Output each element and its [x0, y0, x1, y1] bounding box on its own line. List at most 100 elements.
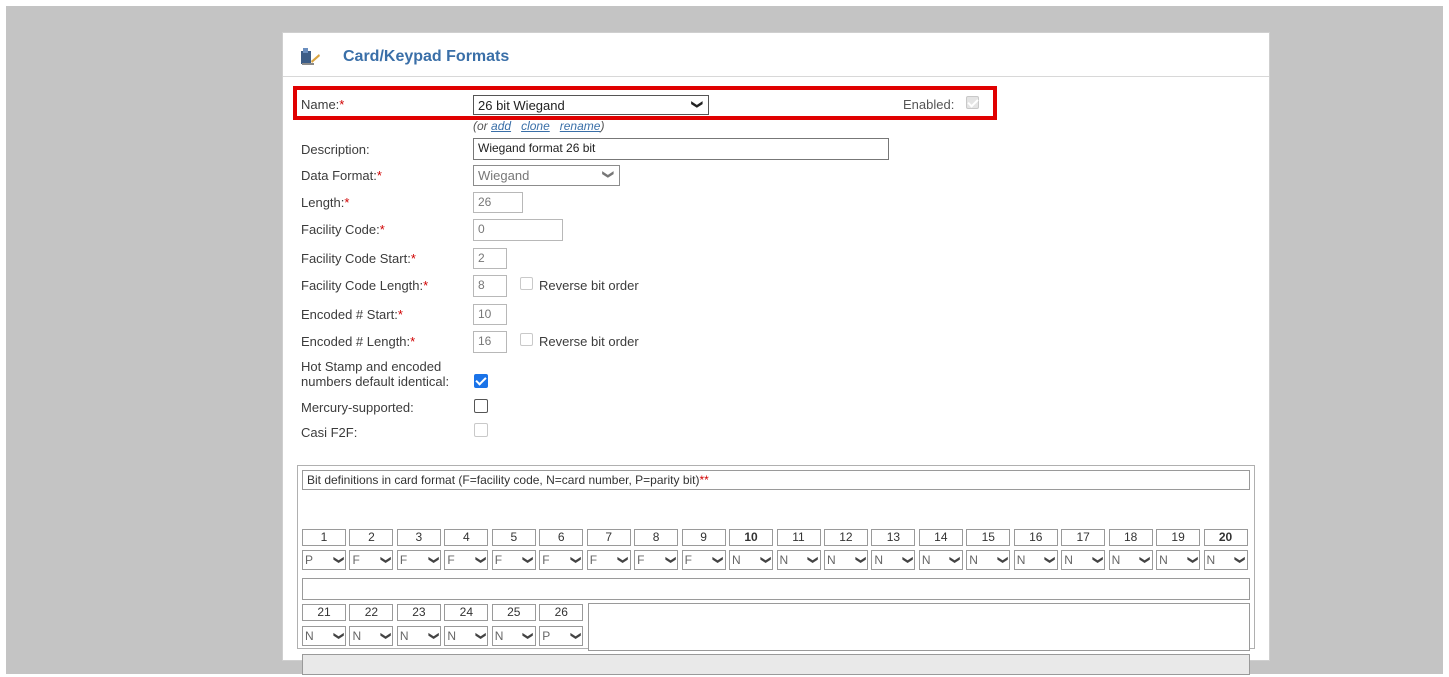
bit-spacer-row [302, 578, 1250, 600]
encoded-reverse-checkbox[interactable] [520, 333, 533, 346]
bit-type-select[interactable]: N ❯ [729, 550, 774, 570]
hot-stamp-checkbox[interactable] [474, 374, 488, 388]
bit-type-value: P [305, 553, 314, 567]
bit-number: 22 [349, 604, 394, 621]
bit-type-value: N [399, 629, 409, 643]
bit-number: 24 [444, 604, 489, 621]
facility-length-input[interactable]: 8 [473, 275, 507, 297]
bit-type-value: F [447, 553, 455, 567]
bit-type-value: N [826, 553, 836, 567]
name-label: Name:* [301, 97, 345, 112]
bit-type-select[interactable]: F ❯ [349, 550, 394, 570]
chevron-down-icon: ❯ [570, 555, 582, 565]
encoded-length-input[interactable]: 16 [473, 331, 507, 353]
chevron-down-icon: ❯ [332, 555, 344, 565]
bit-number: 11 [776, 529, 821, 546]
casi-label: Casi F2F: [301, 425, 358, 440]
bit-type-select[interactable]: F ❯ [681, 550, 726, 570]
bit-type-select[interactable]: N ❯ [1061, 550, 1106, 570]
rename-link[interactable]: rename [560, 119, 601, 133]
bit-type-select[interactable]: N ❯ [491, 626, 536, 646]
bit-type-value: N [494, 629, 504, 643]
bit-type-select[interactable]: N ❯ [396, 626, 441, 646]
chevron-down-icon: ❯ [475, 555, 487, 565]
bit-type-select[interactable]: P ❯ [302, 550, 346, 570]
bit-type-value: N [305, 629, 314, 643]
card-reader-icon [301, 48, 320, 65]
bit-type-value: N [1016, 553, 1026, 567]
chevron-down-icon: ❯ [1186, 555, 1198, 565]
mercury-checkbox[interactable] [474, 399, 488, 413]
bit-type-select[interactable]: N ❯ [1013, 550, 1058, 570]
bit-number: 14 [918, 529, 963, 546]
add-link[interactable]: add [491, 119, 511, 133]
bit-type-select[interactable]: N ❯ [349, 626, 394, 646]
bit-type-value: F [684, 553, 692, 567]
bit-type-value: F [542, 553, 550, 567]
bit-type-value: P [542, 629, 551, 643]
bit-type-select[interactable]: N ❯ [302, 626, 346, 646]
data-format-select[interactable]: Wiegand ❯ [473, 165, 620, 186]
bit-type-select[interactable]: N ❯ [966, 550, 1011, 570]
card-formats-panel: Card/Keypad Formats Name:* 26 bit Wiegan… [282, 32, 1270, 675]
chevron-down-icon: ❯ [427, 631, 439, 641]
bit-number: 20 [1203, 529, 1248, 546]
chevron-down-icon: ❯ [949, 555, 961, 565]
casi-checkbox[interactable] [474, 423, 488, 437]
length-label: Length:* [301, 195, 350, 210]
bit-type-select[interactable]: N ❯ [918, 550, 963, 570]
facility-reverse-checkbox[interactable] [520, 277, 533, 290]
chevron-down-icon: ❯ [380, 555, 392, 565]
bit-footer-bar [302, 654, 1250, 675]
bit-type-select[interactable]: N ❯ [444, 626, 489, 646]
bit-type-select[interactable]: F ❯ [539, 550, 584, 570]
bit-type-select[interactable]: N ❯ [823, 550, 868, 570]
facility-code-input[interactable]: 0 [473, 219, 563, 241]
bit-number: 8 [634, 529, 679, 546]
bit-number: 7 [586, 529, 631, 546]
length-input[interactable]: 26 [473, 192, 523, 213]
bit-number: 25 [491, 604, 536, 621]
bit-type-select[interactable]: F ❯ [491, 550, 536, 570]
bit-number: 23 [396, 604, 441, 621]
name-actions: (or add clone rename) [473, 119, 605, 133]
bit-type-value: N [921, 553, 931, 567]
bit-number: 2 [349, 529, 394, 546]
chevron-down-icon: ❯ [617, 555, 629, 565]
chevron-down-icon: ❯ [332, 631, 344, 641]
bit-type-value: N [352, 629, 362, 643]
bit-type-select[interactable]: F ❯ [444, 550, 489, 570]
bit-type-value: N [779, 553, 789, 567]
bit-number: 9 [681, 529, 726, 546]
bit-type-select[interactable]: F ❯ [586, 550, 631, 570]
bit-type-value: N [732, 553, 741, 567]
bit-type-select[interactable]: N ❯ [1203, 550, 1248, 570]
description-input[interactable]: Wiegand format 26 bit [473, 138, 889, 160]
encoded-start-input[interactable]: 10 [473, 304, 507, 325]
bit-type-select[interactable]: F ❯ [634, 550, 679, 570]
chevron-down-icon: ❯ [522, 631, 534, 641]
chevron-down-icon: ❯ [601, 169, 614, 180]
facility-start-input[interactable]: 2 [473, 248, 507, 269]
bit-type-select[interactable]: N ❯ [871, 550, 916, 570]
chevron-down-icon: ❯ [690, 99, 703, 110]
bit-type-select[interactable]: N ❯ [1108, 550, 1153, 570]
bit-type-select[interactable]: P ❯ [539, 626, 584, 646]
encoded-length-label: Encoded # Length:* [301, 334, 416, 349]
bit-type-select[interactable]: N ❯ [776, 550, 821, 570]
bit-type-select[interactable]: F ❯ [396, 550, 441, 570]
facility-start-label: Facility Code Start:* [301, 251, 416, 266]
bit-type-value: N [447, 629, 457, 643]
mercury-label: Mercury-supported: [301, 400, 414, 415]
enabled-checkbox[interactable] [966, 96, 979, 109]
chevron-down-icon: ❯ [1139, 555, 1151, 565]
chevron-down-icon: ❯ [522, 555, 534, 565]
bit-number: 4 [444, 529, 489, 546]
clone-link[interactable]: clone [521, 119, 550, 133]
bit-number: 16 [1013, 529, 1058, 546]
chevron-down-icon: ❯ [570, 631, 582, 641]
bit-type-select[interactable]: N ❯ [1156, 550, 1201, 570]
facility-reverse-label: Reverse bit order [539, 278, 639, 293]
bit-number: 1 [302, 529, 346, 546]
name-select[interactable]: 26 bit Wiegand ❯ [473, 95, 709, 115]
